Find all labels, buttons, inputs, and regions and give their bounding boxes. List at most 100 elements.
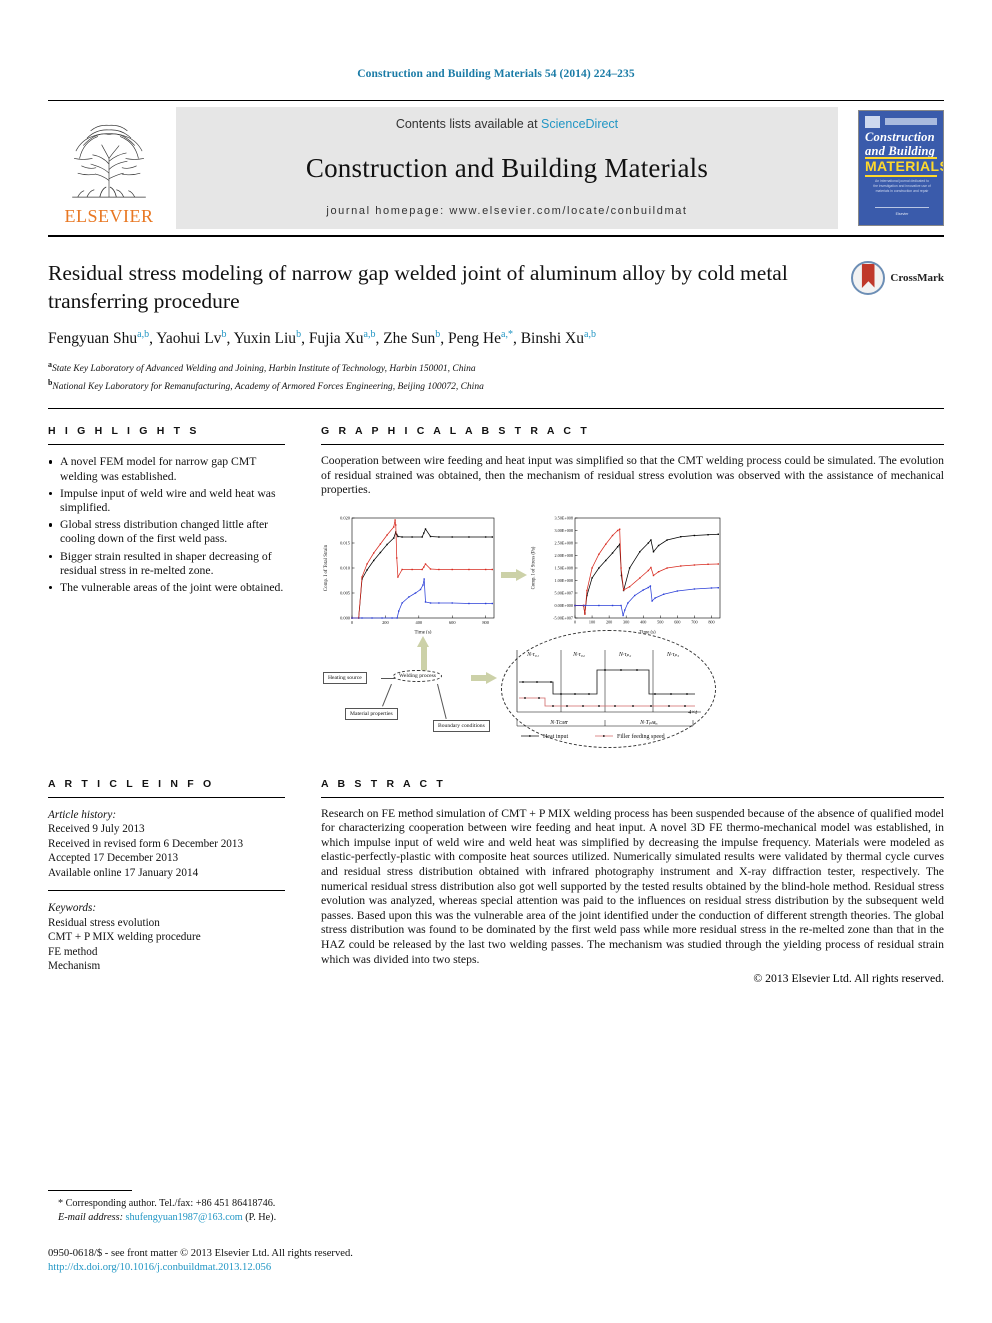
svg-text:0.000: 0.000: [340, 615, 351, 620]
affiliation-text: National Key Laboratory for Remanufactur…: [52, 382, 484, 393]
svg-text:1.50E+008: 1.50E+008: [554, 565, 573, 570]
author: Peng Hea,*: [448, 329, 513, 347]
articleinfo-abstract-row: A R T I C L E I N F O Article history: R…: [48, 762, 944, 986]
footnote-rule: [48, 1190, 132, 1191]
running-head: Construction and Building Materials 54 (…: [357, 68, 635, 80]
author-name: Fengyuan Shu: [48, 330, 138, 348]
crossmark-label: CrossMark: [890, 272, 944, 284]
svg-text:2.50E+008: 2.50E+008: [554, 540, 573, 545]
abstract-heading: A B S T R A C T: [321, 777, 446, 790]
svg-text:400: 400: [416, 620, 423, 625]
corresponding-author-note: * Corresponding author. Tel./fax: +86 45…: [48, 1197, 648, 1225]
svg-text:3.00E+008: 3.00E+008: [554, 528, 573, 533]
author: Fujia Xua,b: [309, 329, 376, 347]
cover-top-bar: [885, 118, 937, 125]
email-line: E-mail address: shufengyuan1987@163.com …: [58, 1211, 648, 1225]
svg-text:0.020: 0.020: [340, 515, 351, 520]
paper-page: Construction and Building Materials 54 (…: [0, 0, 992, 1323]
chart-total-strain: 0 200 400 600 800 0.000 0.005 0.010 0.015 0.020 Ti…: [321, 512, 499, 639]
chart-stress-svg: 0 100 200 300 400 500 600 700 800 -5.00E+007 0.00E…: [532, 515, 721, 635]
author: Zhe Sunb: [383, 329, 440, 348]
page-title: Residual stress modeling of narrow gap w…: [48, 261, 788, 313]
journal-banner: Contents lists available at ScienceDirec…: [176, 107, 838, 229]
list-item: Bigger strain resulted in shaper decreas…: [48, 550, 285, 578]
graphical-abstract-rule: [321, 444, 944, 446]
masthead-bottom-rule: [48, 235, 944, 237]
crossmark-ribbon-icon: [861, 264, 875, 288]
keyword: CMT + P MIX welding procedure: [48, 931, 201, 944]
doi-link[interactable]: http://dx.doi.org/10.1016/j.conbuildmat.…: [48, 1261, 648, 1275]
crossmark-badge[interactable]: CrossMark: [851, 261, 944, 295]
keywords-block: Keywords: Residual stress evolution CMT …: [48, 901, 285, 974]
title-block: Residual stress modeling of narrow gap w…: [48, 259, 944, 394]
author: Yaohui Lvb: [156, 329, 226, 348]
flow-connector-1: [381, 677, 395, 679]
author-list: Fengyuan Shua,b, Yaohui Lvb, Yuxin Liub,…: [48, 329, 596, 348]
journal-cover-thumbnail: Construction and Building MATERIALS An i…: [848, 107, 944, 229]
svg-text:300: 300: [623, 619, 629, 624]
highlights-column: H I G H L I G H T S A novel FEM model fo…: [48, 409, 303, 761]
author-affil-marker: a,b: [137, 329, 150, 340]
article-history-item: Available online 17 January 2014: [48, 866, 199, 879]
article-info-heading: A R T I C L E I N F O: [48, 777, 215, 790]
abstract-copyright: © 2013 Elsevier Ltd. All rights reserved…: [753, 972, 944, 986]
graphical-abstract-figure: 0 200 400 600 800 0.000 0.005 0.010 0.015 0.020 Ti…: [321, 512, 944, 762]
author-name: Yaohui Lv: [156, 330, 222, 348]
highlights-heading: H I G H L I G H T S: [48, 425, 200, 438]
masthead: ELSEVIER Contents lists available at Sci…: [48, 100, 944, 229]
svg-text:Time (s): Time (s): [415, 630, 432, 634]
sciencedirect-link[interactable]: ScienceDirect: [541, 117, 618, 131]
author-affil-marker: a,b: [584, 329, 596, 340]
email-link[interactable]: shufengyuan1987@163.com: [126, 1212, 243, 1223]
keyword: FE method: [48, 945, 98, 958]
author-affil-marker: a,*: [501, 329, 513, 340]
contents-line: Contents lists available at ScienceDirec…: [396, 117, 618, 131]
svg-text:N·τₚ₃: N·τₚ₃: [666, 652, 679, 658]
svg-text:100: 100: [589, 619, 595, 624]
author-name: Binshi Xu: [520, 330, 585, 348]
svg-text:N·τₚ₂: N·τₚ₂: [618, 652, 631, 658]
svg-text:0.005: 0.005: [340, 590, 351, 595]
pulse-diagram-svg: N·τ₀₁ N·τ₀₂ N·τₚ₂ N·τₚ₃ N·Tᴄᴍᴛ N·Tₚᴍᵢₓ 4×t Heat…: [516, 649, 701, 740]
svg-text:N·τ₀₁: N·τ₀₁: [526, 652, 539, 658]
svg-text:4×t: 4×t: [688, 709, 697, 716]
graphical-abstract-heading: G R A P H I C A L A B S T R A C T: [321, 425, 590, 438]
article-history-label: Article history:: [48, 808, 117, 821]
author-name: Yuxin Liu: [233, 330, 297, 348]
keyword: Residual stress evolution: [48, 916, 160, 929]
svg-text:800: 800: [708, 619, 714, 624]
affiliation-list: aState Key Laboratory of Advanced Weldin…: [48, 358, 944, 394]
affiliation-text: State Key Laboratory of Advanced Welding…: [51, 364, 476, 375]
journal-homepage[interactable]: journal homepage: www.elsevier.com/locat…: [326, 205, 687, 217]
svg-text:200: 200: [382, 620, 389, 625]
svg-text:0: 0: [574, 619, 576, 624]
cover-title-line1: Construction: [865, 130, 935, 144]
article-history-item: Accepted 17 December 2013: [48, 852, 179, 865]
flow-welding-process: Welding process: [393, 669, 442, 682]
cover-blurb: An international journal dedicated to th…: [873, 179, 931, 193]
highlights-rule: [48, 444, 285, 446]
abstract-column: A B S T R A C T Research on FE method si…: [303, 762, 944, 986]
cover-title-line3: MATERIALS: [865, 158, 944, 174]
author-name: Zhe Sun: [383, 330, 436, 348]
abstract-rule: [321, 796, 944, 798]
svg-text:600: 600: [449, 620, 456, 625]
elsevier-tree-icon: [72, 124, 146, 198]
elsevier-wordmark: ELSEVIER: [64, 206, 154, 226]
svg-text:700: 700: [691, 619, 697, 624]
svg-text:600: 600: [674, 619, 680, 624]
cover-publisher-icon: [865, 116, 880, 128]
author-affil-marker: a,b: [363, 329, 376, 340]
email-suffix: (P. He).: [245, 1212, 277, 1223]
svg-text:0.00E+000: 0.00E+000: [554, 603, 573, 608]
svg-text:0.015: 0.015: [340, 540, 351, 545]
elsevier-logo: ELSEVIER: [48, 107, 170, 229]
svg-text:400: 400: [640, 619, 646, 624]
flow-arrow-right-icon: [501, 568, 527, 582]
issn-line: 0950-0618/$ - see front matter © 2013 El…: [48, 1248, 353, 1259]
chart-stress: 0 100 200 300 400 500 600 700 800 -5.00E+007 0.00E…: [529, 512, 725, 639]
svg-text:Heat input: Heat input: [543, 734, 568, 740]
svg-text:5.00E+007: 5.00E+007: [554, 590, 573, 595]
svg-text:N·Tᴄᴍᴛ: N·Tᴄᴍᴛ: [549, 720, 568, 726]
svg-text:3.50E+008: 3.50E+008: [554, 515, 573, 520]
